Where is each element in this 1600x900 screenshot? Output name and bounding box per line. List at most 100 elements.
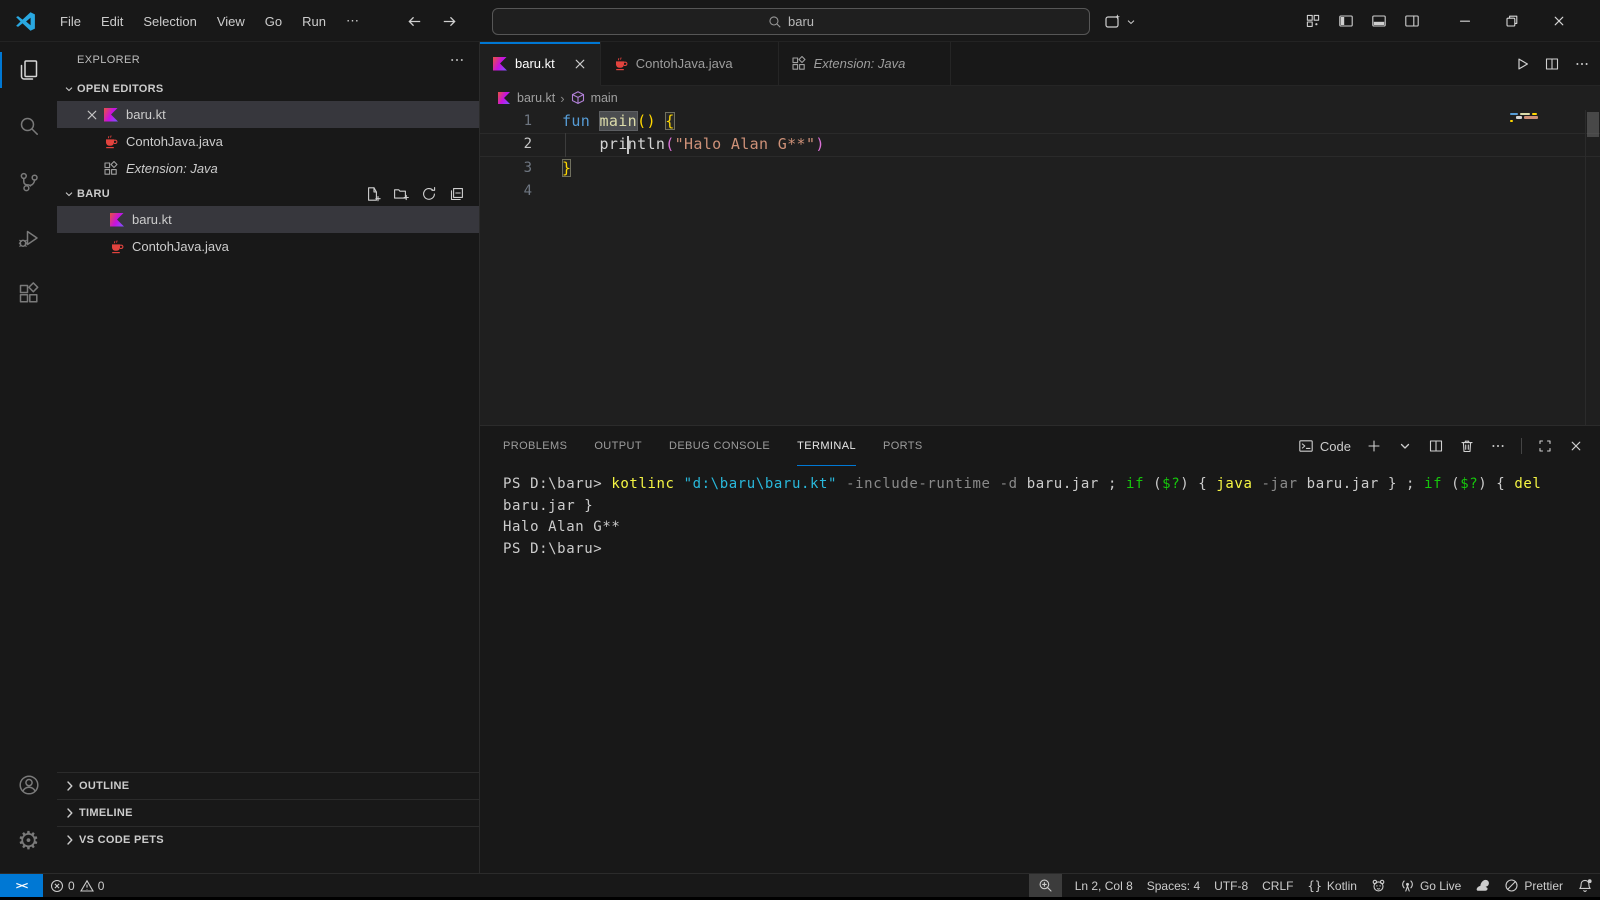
menu-item-selection[interactable]: Selection: [133, 10, 206, 33]
refresh-icon[interactable]: [421, 186, 437, 202]
activitybar-run-debug[interactable]: [0, 210, 57, 266]
run-icon[interactable]: [1514, 56, 1530, 72]
status-cursor-position[interactable]: Ln 2, Col 8: [1068, 874, 1140, 897]
status-eol[interactable]: CRLF: [1255, 874, 1300, 897]
window-minimize-button[interactable]: [1441, 0, 1488, 42]
copilot-button[interactable]: [1104, 8, 1137, 35]
status-go-live[interactable]: Go Live: [1393, 874, 1468, 897]
status-encoding[interactable]: UTF-8: [1207, 874, 1255, 897]
status-label: UTF-8: [1214, 879, 1248, 893]
remote-indicator[interactable]: ><: [0, 874, 43, 897]
terminal[interactable]: PS D:\baru> kotlinc "d:\baru\baru.kt" -i…: [503, 474, 1580, 873]
code-line-2[interactable]: 2 println("Halo Alan G**"): [480, 133, 1600, 156]
status-notifications[interactable]: [1570, 874, 1600, 897]
nav-back-icon[interactable]: [405, 12, 424, 31]
breadcrumb-label: baru.kt: [517, 91, 555, 105]
menu-item-[interactable]: ⋯: [336, 9, 369, 33]
maximize-panel-icon[interactable]: [1537, 438, 1553, 454]
activitybar-explorer[interactable]: [0, 42, 57, 98]
section-open-editors[interactable]: OPEN EDITORS: [57, 77, 479, 101]
split-editor-icon[interactable]: [1544, 56, 1560, 72]
activitybar-extensions[interactable]: [0, 266, 57, 322]
launch-profile-chevron-icon[interactable]: [1397, 438, 1413, 454]
remote-icon: ><: [16, 879, 27, 892]
code-line-1[interactable]: 1fun main() {: [480, 110, 1600, 133]
close-icon[interactable]: [572, 56, 588, 72]
section-folder-baru[interactable]: BARU: [57, 182, 479, 206]
section-outline[interactable]: OUTLINE: [57, 772, 479, 799]
close-panel-icon[interactable]: [1568, 438, 1584, 454]
more-icon[interactable]: [1490, 438, 1506, 454]
close-icon[interactable]: [81, 107, 103, 123]
status-indentation[interactable]: Spaces: 4: [1140, 874, 1207, 897]
menu-item-go[interactable]: Go: [255, 10, 292, 33]
activitybar-source-control[interactable]: [0, 154, 57, 210]
panel-tab-problems[interactable]: PROBLEMS: [503, 426, 567, 466]
status-language-kotlin[interactable]: {}Kotlin: [1300, 874, 1363, 897]
explorer-item-extension-java[interactable]: Extension: Java: [57, 155, 479, 182]
code-line-3[interactable]: 3}: [480, 157, 1600, 180]
indent-guide: [565, 133, 566, 156]
panel-tab-terminal[interactable]: TERMINAL: [797, 426, 856, 466]
minimap[interactable]: [1506, 110, 1584, 425]
toggle-panel-icon[interactable]: [1371, 13, 1387, 29]
kotlin-icon: [109, 212, 125, 228]
status-vscode-pets[interactable]: [1364, 874, 1393, 897]
split-terminal-icon[interactable]: [1428, 438, 1444, 454]
status-pet-squirrel[interactable]: [1468, 874, 1497, 897]
status-zoom-indicator[interactable]: [1029, 874, 1062, 897]
broadcast-icon: [1400, 878, 1415, 893]
kotlin-icon: [492, 56, 508, 72]
kill-terminal-icon[interactable]: [1459, 438, 1475, 454]
toggle-primary-sidebar-icon[interactable]: [1338, 13, 1354, 29]
tab-baru.kt[interactable]: baru.kt: [480, 42, 601, 86]
explorer-item-baru.kt[interactable]: baru.kt: [57, 101, 479, 128]
toggle-secondary-sidebar-icon[interactable]: [1404, 13, 1420, 29]
new-folder-icon[interactable]: [393, 186, 409, 202]
item-label: Extension: Java: [126, 161, 218, 176]
activitybar-search[interactable]: [0, 98, 57, 154]
tab-extension-java[interactable]: Extension: Java: [779, 42, 952, 85]
command-center-search[interactable]: baru: [492, 8, 1090, 35]
breadcrumb[interactable]: baru.kt›main: [480, 86, 1600, 110]
menu-item-view[interactable]: View: [207, 10, 255, 33]
sidebar-title: EXPLORER: [77, 54, 140, 66]
collapse-all-icon[interactable]: [449, 186, 465, 202]
explorer-item-baru.kt[interactable]: baru.kt: [57, 206, 479, 233]
activitybar-settings[interactable]: ⚙: [0, 813, 57, 869]
window-restore-button[interactable]: [1488, 0, 1535, 42]
activitybar-accounts[interactable]: [0, 757, 57, 813]
customize-layout-icon[interactable]: [1305, 13, 1321, 29]
tab-contohjava.java[interactable]: ContohJava.java: [601, 42, 779, 85]
menu-item-run[interactable]: Run: [292, 10, 336, 33]
problems-status[interactable]: 0 0: [43, 874, 111, 897]
panel-tab-output[interactable]: OUTPUT: [594, 426, 642, 466]
code-editor[interactable]: 1fun main() {2 println("Halo Alan G**")3…: [480, 110, 1600, 425]
breadcrumb-baru.kt[interactable]: baru.kt: [496, 90, 555, 106]
explorer-item-contohjava.java[interactable]: ContohJava.java: [57, 128, 479, 155]
explorer-item-contohjava.java[interactable]: ContohJava.java: [57, 233, 479, 260]
more-icon[interactable]: [1574, 56, 1590, 72]
extension-file-icon: [103, 161, 119, 177]
titlebar: FileEditSelectionViewGoRun⋯ baru: [0, 0, 1600, 42]
menu-item-edit[interactable]: Edit: [91, 10, 133, 33]
section-timeline[interactable]: TIMELINE: [57, 799, 479, 826]
new-terminal-icon[interactable]: [1366, 438, 1382, 454]
explorer-more-actions-icon[interactable]: [449, 52, 465, 68]
terminal-instance-code[interactable]: Code: [1298, 438, 1351, 454]
menu-item-file[interactable]: File: [50, 10, 91, 33]
code-text: println("Halo Alan G**"): [562, 133, 825, 156]
nav-forward-icon[interactable]: [440, 12, 459, 31]
code-text: }: [562, 157, 571, 180]
code-line-4[interactable]: 4: [480, 180, 1600, 203]
window-close-button[interactable]: [1535, 0, 1582, 42]
new-file-icon[interactable]: [365, 186, 381, 202]
section-vs-code-pets[interactable]: VS CODE PETS: [57, 826, 479, 853]
kotlin-icon: [103, 107, 119, 123]
panel-tab-ports[interactable]: PORTS: [883, 426, 923, 466]
vscode-window: FileEditSelectionViewGoRun⋯ baru: [0, 0, 1600, 897]
status-prettier[interactable]: Prettier: [1497, 874, 1570, 897]
editor-scrollbar[interactable]: [1585, 110, 1600, 425]
breadcrumb-main[interactable]: main: [570, 90, 618, 106]
panel-tab-debug-console[interactable]: DEBUG CONSOLE: [669, 426, 770, 466]
